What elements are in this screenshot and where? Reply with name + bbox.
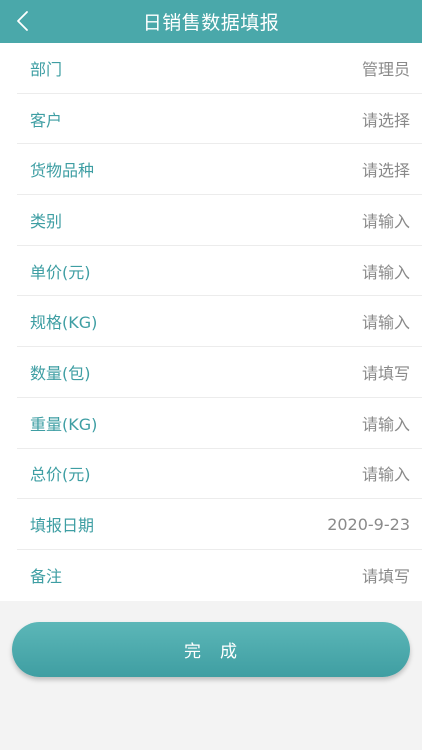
field-input[interactable]: 请输入 (362, 411, 410, 435)
field-input[interactable]: 请输入 (362, 309, 410, 333)
field-value: 管理员 (361, 59, 410, 79)
field-select[interactable]: 请选择 (362, 157, 410, 181)
field-label: 重量(KG) (30, 414, 98, 434)
field-label: 总价(元) (30, 465, 91, 485)
form-row-total-price[interactable]: 总价(元) 请输入 (17, 449, 422, 500)
field-label: 填报日期 (30, 516, 95, 536)
field-label: 备注 (30, 567, 63, 587)
field-input[interactable]: 请输入 (362, 259, 410, 283)
form-row-department[interactable]: 部门 管理员 (17, 43, 422, 94)
field-label: 客户 (30, 110, 63, 130)
chevron-left-icon (17, 11, 28, 31)
field-label: 数量(包) (30, 363, 91, 383)
field-input[interactable]: 请填写 (362, 360, 410, 384)
form-row-customer[interactable]: 客户 请选择 (17, 94, 422, 145)
field-input[interactable]: 请输入 (362, 208, 410, 232)
field-label: 类别 (30, 211, 63, 231)
field-input[interactable]: 请填写 (362, 563, 410, 587)
page-title: 日销售数据填报 (142, 12, 280, 34)
back-button[interactable] (8, 6, 38, 36)
field-label: 规格(KG) (30, 313, 98, 333)
field-select[interactable]: 请选择 (362, 107, 410, 131)
sales-form: 部门 管理员 客户 请选择 货物品种 请选择 类别 请输入 单价(元) 请输入 … (0, 43, 422, 601)
form-row-quantity[interactable]: 数量(包) 请填写 (17, 347, 422, 398)
form-row-spec[interactable]: 规格(KG) 请输入 (17, 296, 422, 348)
field-label: 部门 (30, 59, 63, 79)
form-row-remark[interactable]: 备注 请填写 (17, 550, 422, 601)
form-row-report-date[interactable]: 填报日期 2020-9-23 (17, 499, 422, 550)
form-row-goods-variety[interactable]: 货物品种 请选择 (17, 144, 422, 196)
form-row-weight[interactable]: 重量(KG) 请输入 (17, 398, 422, 449)
form-row-category[interactable]: 类别 请输入 (17, 195, 422, 246)
field-label: 单价(元) (30, 262, 91, 282)
nav-header: 日销售数据填报 (0, 0, 422, 43)
field-label: 货物品种 (30, 161, 95, 181)
submit-button[interactable]: 完 成 (12, 622, 410, 677)
form-row-unit-price[interactable]: 单价(元) 请输入 (17, 246, 422, 297)
date-picker[interactable]: 2020-9-23 (327, 515, 410, 534)
field-input[interactable]: 请输入 (362, 461, 410, 485)
